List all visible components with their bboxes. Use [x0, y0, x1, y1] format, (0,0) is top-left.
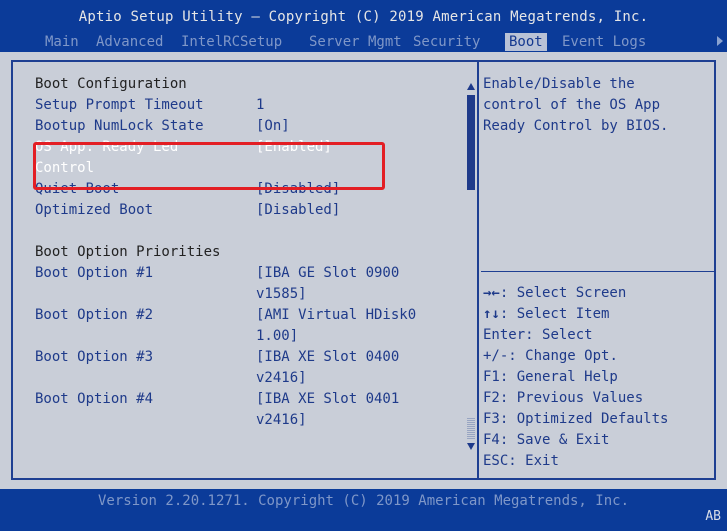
value-boot-option-1[interactable]: [IBA GE Slot 0900	[256, 263, 399, 283]
highlight-box	[33, 142, 385, 190]
key-text: : Select Item	[499, 306, 610, 322]
header-bar: Aptio Setup Utility – Copyright (C) 2019…	[0, 0, 727, 52]
key-text: : Change Opt.	[508, 348, 618, 364]
value-boot-option-4-line2[interactable]: v2416]	[256, 410, 307, 430]
footer-bar: Version 2.20.1271. Copyright (C) 2019 Am…	[0, 489, 727, 531]
setting-boot-option-1[interactable]: Boot Option #1	[35, 263, 153, 283]
key-label: F3	[483, 411, 500, 427]
tab-bar: Main Advanced IntelRCSetup Server Mgmt S…	[0, 31, 727, 51]
status-code: AB	[705, 509, 721, 524]
key-label: ESC	[483, 453, 509, 469]
scroll-down-arrow-icon[interactable]	[467, 443, 475, 450]
setting-boot-option-3[interactable]: Boot Option #3	[35, 347, 153, 367]
key-exit: ESC: Exit	[483, 451, 559, 471]
section-boot-configuration: Boot Configuration	[35, 76, 187, 92]
setting-bootup-numlock-state[interactable]: Bootup NumLock State	[35, 116, 204, 136]
arrows-ud-icon: ↑↓	[483, 306, 500, 322]
value-setup-prompt-timeout[interactable]: 1	[256, 95, 264, 115]
panel-divider	[477, 62, 479, 478]
value-boot-option-3[interactable]: [IBA XE Slot 0400	[256, 347, 399, 367]
tab-scroll-right-icon[interactable]	[717, 36, 723, 46]
key-label: F1	[483, 369, 500, 385]
key-optimized-defaults: F3: Optimized Defaults	[483, 409, 668, 429]
key-text: : General Help	[499, 369, 618, 385]
arrows-lr-icon: →←	[483, 285, 500, 301]
key-text: : Previous Values	[499, 390, 644, 406]
value-boot-option-2-line2[interactable]: 1.00]	[256, 326, 298, 346]
scrollbar-thumb[interactable]	[467, 95, 475, 190]
key-select-item: ↑↓: Select Item	[483, 304, 609, 324]
setting-boot-option-2[interactable]: Boot Option #2	[35, 305, 153, 325]
key-change-opt: +/-: Change Opt.	[483, 346, 618, 366]
help-line-3: Ready Control by BIOS.	[483, 118, 669, 134]
tab-event-logs[interactable]: Event Logs	[562, 33, 646, 51]
value-boot-option-4[interactable]: [IBA XE Slot 0401	[256, 389, 399, 409]
key-label: Enter	[483, 327, 526, 343]
key-label: F4	[483, 432, 500, 448]
scroll-up-arrow-icon[interactable]	[467, 83, 475, 90]
value-bootup-numlock-state[interactable]: [On]	[256, 116, 290, 136]
value-boot-option-1-line2[interactable]: v1585]	[256, 284, 307, 304]
tab-boot[interactable]: Boot	[505, 33, 547, 51]
key-select-screen: →←: Select Screen	[483, 283, 626, 303]
value-boot-option-2[interactable]: [AMI Virtual HDisk0	[256, 305, 416, 325]
key-save-exit: F4: Save & Exit	[483, 430, 609, 450]
help-separator	[481, 271, 714, 272]
setting-boot-option-4[interactable]: Boot Option #4	[35, 389, 153, 409]
key-label: +/-	[483, 348, 509, 364]
help-line-1: Enable/Disable the	[483, 76, 635, 92]
key-text: : Select Screen	[499, 285, 627, 301]
scrollbar-track[interactable]	[467, 417, 475, 439]
key-previous-values: F2: Previous Values	[483, 388, 643, 408]
key-text: : Exit	[508, 453, 559, 469]
content-frame: Boot Configuration Setup Prompt Timeout …	[11, 60, 716, 480]
tab-intelrcsetup[interactable]: IntelRCSetup	[181, 33, 282, 51]
tab-server-mgmt[interactable]: Server Mgmt	[309, 33, 402, 51]
key-select: Enter: Select	[483, 325, 593, 345]
section-boot-option-priorities: Boot Option Priorities	[35, 244, 221, 260]
key-text: : Select	[525, 327, 593, 343]
setting-setup-prompt-timeout[interactable]: Setup Prompt Timeout	[35, 95, 204, 115]
value-boot-option-3-line2[interactable]: v2416]	[256, 368, 307, 388]
tab-main[interactable]: Main	[45, 33, 79, 51]
tab-security[interactable]: Security	[413, 33, 480, 51]
value-optimized-boot[interactable]: [Disabled]	[256, 200, 340, 220]
key-text: : Optimized Defaults	[499, 411, 669, 427]
key-text: : Save & Exit	[499, 432, 610, 448]
key-general-help: F1: General Help	[483, 367, 618, 387]
help-line-2: control of the OS App	[483, 97, 661, 113]
version-text: Version 2.20.1271. Copyright (C) 2019 Am…	[97, 493, 629, 509]
setting-optimized-boot[interactable]: Optimized Boot	[35, 200, 153, 220]
utility-title: Aptio Setup Utility – Copyright (C) 2019…	[78, 9, 649, 25]
key-label: F2	[483, 390, 500, 406]
main-panel: Boot Configuration Setup Prompt Timeout …	[0, 52, 727, 489]
tab-advanced[interactable]: Advanced	[96, 33, 163, 51]
